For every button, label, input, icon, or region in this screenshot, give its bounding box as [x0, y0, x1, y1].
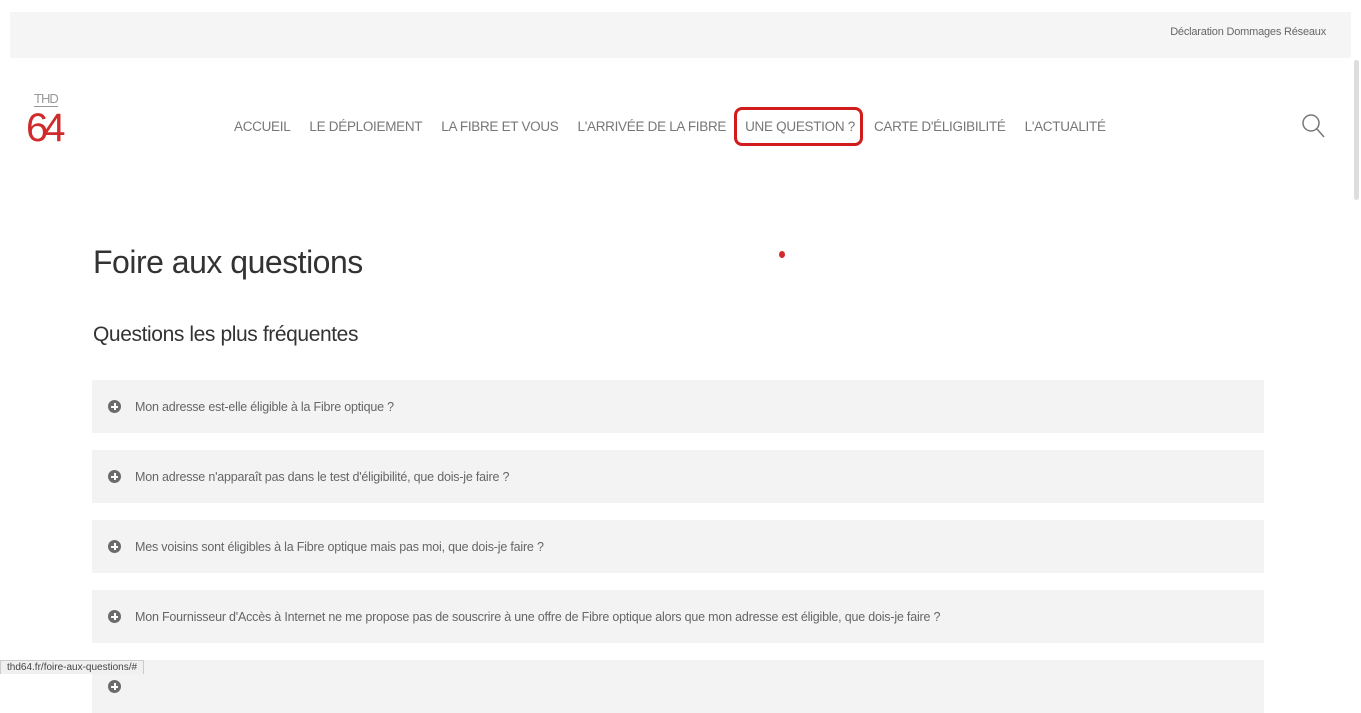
- plus-circle-icon: [108, 540, 121, 553]
- faq-item[interactable]: Mon adresse est-elle éligible à la Fibre…: [92, 380, 1264, 433]
- faq-item[interactable]: Mon adresse n'apparaît pas dans le test …: [92, 450, 1264, 503]
- plus-circle-icon: [108, 610, 121, 623]
- nav-fibre-et-vous[interactable]: LA FIBRE ET VOUS: [441, 119, 559, 134]
- plus-circle-icon: [108, 680, 121, 693]
- nav-accueil[interactable]: ACCUEIL: [234, 119, 291, 134]
- red-dot-marker: [779, 251, 785, 258]
- nav-deploiement[interactable]: LE DÉPLOIEMENT: [309, 119, 422, 134]
- faq-question: Mes voisins sont éligibles à la Fibre op…: [135, 539, 544, 554]
- status-url-bar: thd64.fr/foire-aux-questions/#: [0, 660, 145, 674]
- nav-carte-eligibilite[interactable]: CARTE D'ÉLIGIBILITÉ: [874, 119, 1006, 134]
- search-icon[interactable]: [1301, 113, 1325, 139]
- faq-question: Mon Fournisseur d'Accès à Internet ne me…: [135, 609, 941, 624]
- faq-question: Mon adresse n'apparaît pas dans le test …: [135, 469, 510, 484]
- section-subtitle: Questions les plus fréquentes: [93, 323, 359, 346]
- plus-circle-icon: [108, 470, 121, 483]
- logo-text-top: THD: [34, 91, 59, 107]
- nav-une-question[interactable]: UNE QUESTION ?: [734, 106, 863, 146]
- nav-arrivee-fibre[interactable]: L'ARRIVÉE DE LA FIBRE: [578, 119, 727, 134]
- logo-number: 64: [26, 106, 65, 150]
- main-nav: ACCUEIL LE DÉPLOIEMENT LA FIBRE ET VOUS …: [234, 106, 1125, 146]
- nav-actualite[interactable]: L'ACTUALITÉ: [1025, 119, 1106, 134]
- scrollbar-thumb[interactable]: [1354, 60, 1359, 200]
- damage-report-link[interactable]: Déclaration Dommages Réseaux: [1170, 26, 1326, 38]
- faq-item[interactable]: [92, 660, 1264, 713]
- faq-question: Mon adresse est-elle éligible à la Fibre…: [135, 399, 394, 414]
- faq-item[interactable]: Mes voisins sont éligibles à la Fibre op…: [92, 520, 1264, 573]
- site-logo[interactable]: THD 64: [26, 91, 88, 156]
- faq-item[interactable]: Mon Fournisseur d'Accès à Internet ne me…: [92, 590, 1264, 643]
- plus-circle-icon: [108, 400, 121, 413]
- page-title: Foire aux questions: [93, 244, 363, 280]
- top-bar: [10, 12, 1351, 58]
